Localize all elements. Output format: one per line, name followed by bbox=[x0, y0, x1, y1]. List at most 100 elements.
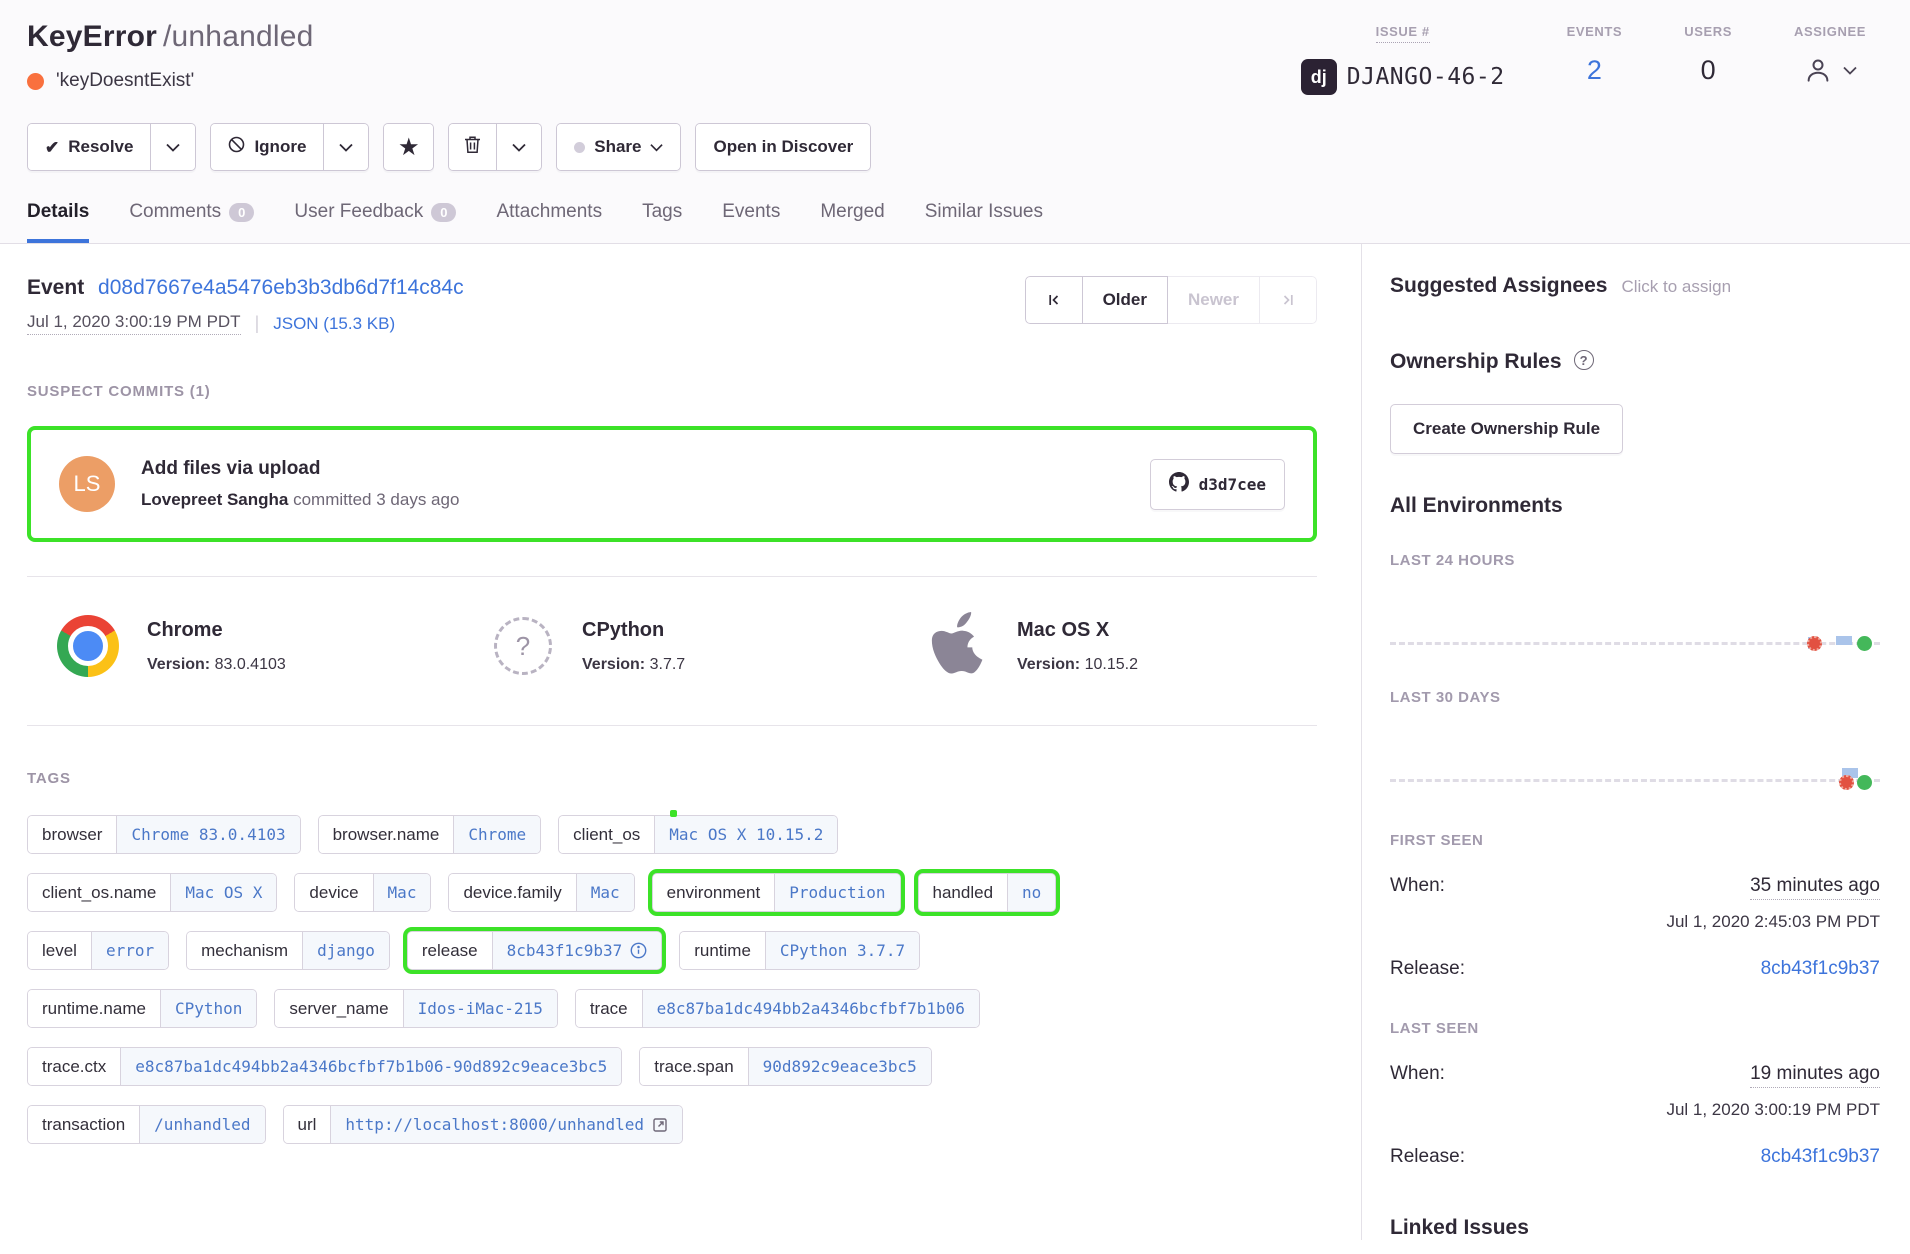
tab-user-feedback[interactable]: User Feedback0 bbox=[294, 201, 456, 243]
tag-trace-span[interactable]: trace.span90d892c9eace3bc5 bbox=[639, 1047, 932, 1086]
create-ownership-rule-button[interactable]: Create Ownership Rule bbox=[1390, 404, 1623, 454]
runtime-name: CPython bbox=[582, 619, 685, 642]
commit-subtitle: Lovepreet Sangha committed 3 days ago bbox=[141, 490, 1124, 510]
tag-mechanism[interactable]: mechanismdjango bbox=[186, 931, 390, 970]
info-icon[interactable] bbox=[630, 942, 647, 959]
events-count[interactable]: 2 bbox=[1587, 55, 1602, 86]
delete-dropdown-button[interactable] bbox=[496, 124, 541, 170]
tab-details[interactable]: Details bbox=[27, 201, 89, 243]
commit-author: Lovepreet Sangha bbox=[141, 490, 288, 509]
tag-runtime-name[interactable]: runtime.nameCPython bbox=[27, 989, 257, 1028]
error-level-dot bbox=[27, 73, 44, 90]
issue-tabs: Details Comments0 User Feedback0 Attachm… bbox=[27, 201, 1880, 243]
last-30-days-sparkline[interactable] bbox=[1390, 706, 1880, 792]
tag-trace[interactable]: tracee8c87ba1dc494bb2a4346bcfbf7b1b06 bbox=[575, 989, 980, 1028]
event-timestamp[interactable]: Jul 1, 2020 3:00:19 PM PDT bbox=[27, 312, 241, 335]
tag-runtime[interactable]: runtimeCPython 3.7.7 bbox=[679, 931, 920, 970]
tag-url[interactable]: urlhttp://localhost:8000/unhandled bbox=[283, 1105, 684, 1144]
last-seen-release-link[interactable]: 8cb43f1c9b37 bbox=[1761, 1146, 1880, 1168]
first-seen-date: Jul 1, 2020 2:45:03 PM PDT bbox=[1390, 912, 1880, 932]
chrome-icon bbox=[57, 615, 119, 677]
chevron-down-icon bbox=[512, 137, 526, 157]
tag-client-os[interactable]: client_osMac OS X 10.15.2 bbox=[558, 815, 838, 854]
tag-release[interactable]: release8cb43f1c9b37 bbox=[407, 931, 662, 970]
person-icon bbox=[1803, 55, 1833, 85]
browser-name: Chrome bbox=[147, 619, 286, 642]
last-24-hours-label: LAST 24 HOURS bbox=[1390, 552, 1880, 569]
star-icon: ★ bbox=[399, 137, 418, 158]
event-pagination: Older Newer bbox=[1025, 276, 1317, 324]
issue-short-id[interactable]: DJANGO-46-2 bbox=[1347, 64, 1505, 90]
event-label: Event bbox=[27, 276, 84, 299]
last-24-hours-sparkline[interactable] bbox=[1390, 569, 1880, 655]
feedback-count-badge: 0 bbox=[431, 203, 456, 222]
oldest-event-button[interactable] bbox=[1025, 276, 1083, 324]
tab-tags[interactable]: Tags bbox=[642, 201, 682, 243]
tab-attachments[interactable]: Attachments bbox=[496, 201, 602, 243]
tag-device-family[interactable]: device.familyMac bbox=[448, 873, 634, 912]
tag-transaction[interactable]: transaction/unhandled bbox=[27, 1105, 266, 1144]
all-environments-heading: All Environments bbox=[1390, 494, 1880, 518]
chevron-down-icon bbox=[166, 137, 180, 157]
tab-events[interactable]: Events bbox=[722, 201, 780, 243]
external-link-icon[interactable] bbox=[652, 1117, 668, 1133]
tag-trace-ctx[interactable]: trace.ctxe8c87ba1dc494bb2a4346bcfbf7b1b0… bbox=[27, 1047, 622, 1086]
ignore-button[interactable]: Ignore bbox=[211, 124, 323, 170]
highlight-dot bbox=[670, 810, 677, 817]
first-seen-relative[interactable]: 35 minutes ago bbox=[1750, 875, 1880, 900]
resolve-dropdown-button[interactable] bbox=[150, 124, 195, 170]
ownership-rules-heading: Ownership Rules bbox=[1390, 350, 1562, 374]
first-seen-release-label: Release: bbox=[1390, 958, 1465, 980]
tag-browser[interactable]: browserChrome 83.0.4103 bbox=[27, 815, 301, 854]
chevron-down-icon bbox=[650, 137, 663, 157]
users-count[interactable]: 0 bbox=[1701, 55, 1716, 86]
tag-client-os-name[interactable]: client_os.nameMac OS X bbox=[27, 873, 277, 912]
os-version: 10.15.2 bbox=[1085, 656, 1138, 673]
assignee-selector[interactable] bbox=[1803, 55, 1857, 85]
older-event-button[interactable]: Older bbox=[1083, 276, 1168, 324]
release-marker bbox=[1857, 636, 1872, 651]
event-details-main: Event d08d7667e4a5476eb3b3db6d7f14c84c J… bbox=[0, 244, 1362, 1240]
tag-server-name[interactable]: server_nameIdos-iMac-215 bbox=[274, 989, 557, 1028]
issue-sidebar: Suggested Assignees Click to assign Owne… bbox=[1362, 244, 1910, 1240]
tab-similar-issues[interactable]: Similar Issues bbox=[925, 201, 1043, 243]
ignore-dropdown-button[interactable] bbox=[323, 124, 368, 170]
issue-stats: ISSUE # dj DJANGO-46-2 EVENTS 2 USERS 0 … bbox=[1301, 24, 1880, 95]
share-button[interactable]: Share bbox=[557, 124, 680, 170]
trash-icon bbox=[464, 135, 481, 159]
last-seen-when-label: When: bbox=[1390, 1063, 1445, 1085]
tag-level[interactable]: levelerror bbox=[27, 931, 169, 970]
resolve-button[interactable]: ✔ Resolve bbox=[28, 124, 150, 170]
unknown-runtime-icon: ? bbox=[494, 617, 552, 675]
issue-number-label: ISSUE # bbox=[1376, 24, 1430, 43]
commit-sha-button[interactable]: d3d7cee bbox=[1150, 459, 1285, 510]
tab-comments[interactable]: Comments0 bbox=[129, 201, 254, 243]
tag-browser-name[interactable]: browser.nameChrome bbox=[318, 815, 542, 854]
tab-merged[interactable]: Merged bbox=[820, 201, 884, 243]
chevron-down-icon bbox=[1843, 66, 1857, 75]
event-id-link[interactable]: d08d7667e4a5476eb3b3db6d7f14c84c bbox=[98, 276, 464, 299]
issue-location: /unhandled bbox=[163, 20, 313, 53]
apple-icon bbox=[930, 612, 986, 681]
help-question-icon[interactable]: ? bbox=[1574, 350, 1594, 370]
bookmark-star-button[interactable]: ★ bbox=[384, 124, 433, 170]
tag-handled[interactable]: handledno bbox=[918, 873, 1057, 912]
newer-event-button[interactable]: Newer bbox=[1168, 276, 1260, 324]
assignee-label: ASSIGNEE bbox=[1794, 24, 1866, 39]
tag-device[interactable]: deviceMac bbox=[294, 873, 431, 912]
issue-header: KeyError/unhandled 'keyDoesntExist' ISSU… bbox=[0, 0, 1910, 244]
last-seen-release-label: Release: bbox=[1390, 1146, 1465, 1168]
tag-environment[interactable]: environmentProduction bbox=[652, 873, 901, 912]
newest-event-button[interactable] bbox=[1260, 276, 1317, 324]
last-seen-relative[interactable]: 19 minutes ago bbox=[1750, 1063, 1880, 1088]
tags-heading: TAGS bbox=[27, 770, 1317, 787]
event-json-link[interactable]: JSON (15.3 KB) bbox=[273, 314, 395, 334]
first-seen-release-link[interactable]: 8cb43f1c9b37 bbox=[1761, 958, 1880, 980]
delete-button[interactable] bbox=[449, 124, 496, 170]
last-seen-heading: LAST SEEN bbox=[1390, 1020, 1880, 1037]
suspect-commit-row[interactable]: LS Add files via upload Lovepreet Sangha… bbox=[27, 426, 1317, 542]
open-in-discover-button[interactable]: Open in Discover bbox=[696, 124, 870, 170]
avatar: LS bbox=[59, 456, 115, 512]
tag-list: browserChrome 83.0.4103 browser.nameChro… bbox=[27, 815, 1317, 1144]
chevron-down-icon bbox=[339, 137, 353, 157]
